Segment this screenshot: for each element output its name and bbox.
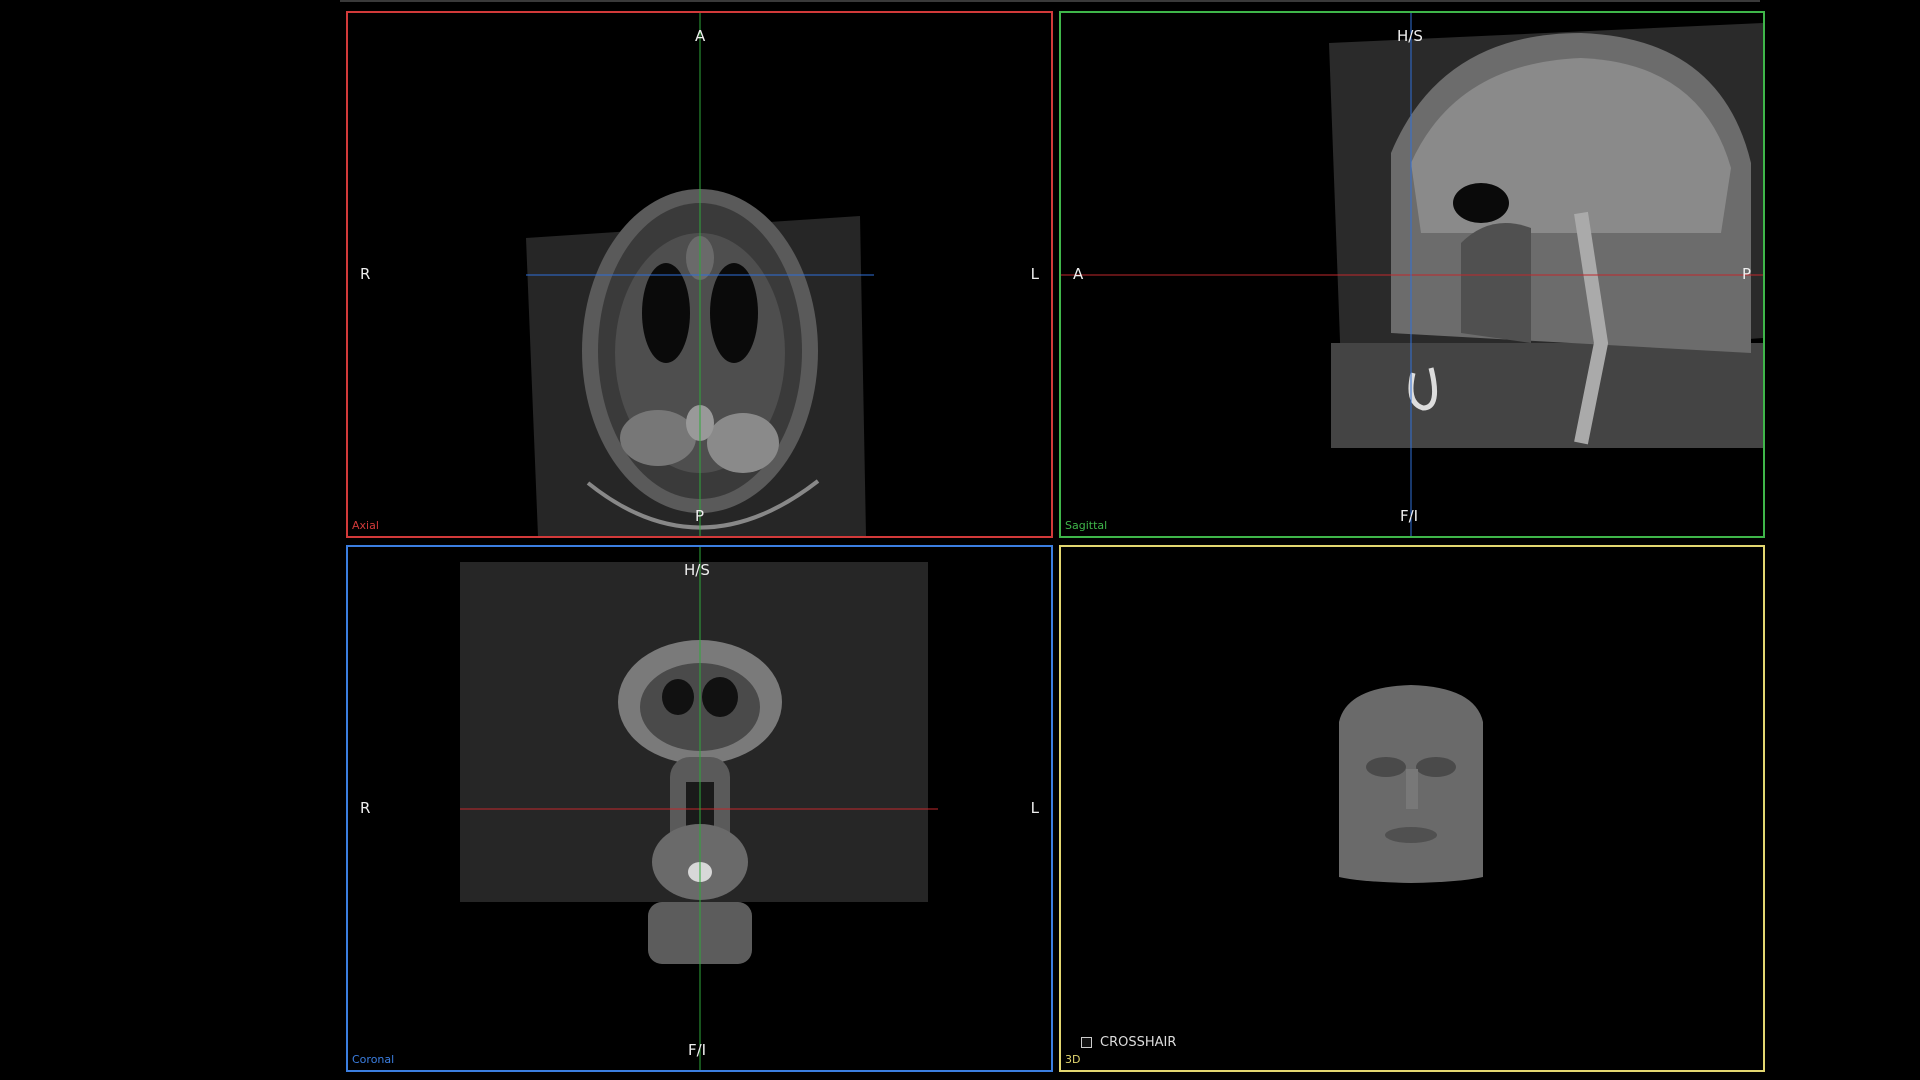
orient-left: A bbox=[1073, 265, 1084, 283]
3d-render bbox=[1339, 685, 1483, 883]
axial-image bbox=[526, 13, 874, 536]
orient-left: R bbox=[360, 799, 371, 817]
orient-bottom: F/I bbox=[688, 1041, 707, 1059]
orient-bottom: F/I bbox=[1400, 507, 1419, 525]
orient-right: L bbox=[1030, 799, 1039, 817]
crosshair-label: CROSSHAIR bbox=[1100, 1035, 1177, 1050]
orient-bottom: P bbox=[695, 507, 705, 525]
sagittal-viewport[interactable]: H/S F/I A P Sagittal bbox=[1059, 11, 1765, 538]
orient-right: P bbox=[1741, 265, 1751, 283]
axial-viewport[interactable]: A P R L Axial bbox=[346, 11, 1053, 538]
orient-top: H/S bbox=[684, 561, 710, 579]
orient-left: R bbox=[360, 265, 371, 283]
sagittal-image bbox=[1061, 13, 1763, 536]
view-label: Sagittal bbox=[1065, 519, 1108, 532]
view-label: 3D bbox=[1065, 1053, 1081, 1066]
view-label: Coronal bbox=[352, 1053, 395, 1066]
orient-right: L bbox=[1030, 265, 1039, 283]
coronal-image bbox=[460, 547, 938, 1070]
crosshair-toggle[interactable]: CROSSHAIR bbox=[1081, 1035, 1176, 1050]
crosshair-checkbox[interactable] bbox=[1081, 1037, 1092, 1048]
top-divider bbox=[340, 0, 1760, 2]
3d-viewport[interactable]: CROSSHAIR 3D bbox=[1059, 545, 1765, 1072]
view-label: Axial bbox=[352, 519, 379, 532]
orient-top: A bbox=[695, 27, 706, 45]
orient-top: H/S bbox=[1397, 27, 1423, 45]
coronal-viewport[interactable]: H/S F/I R L Coronal bbox=[346, 545, 1053, 1072]
